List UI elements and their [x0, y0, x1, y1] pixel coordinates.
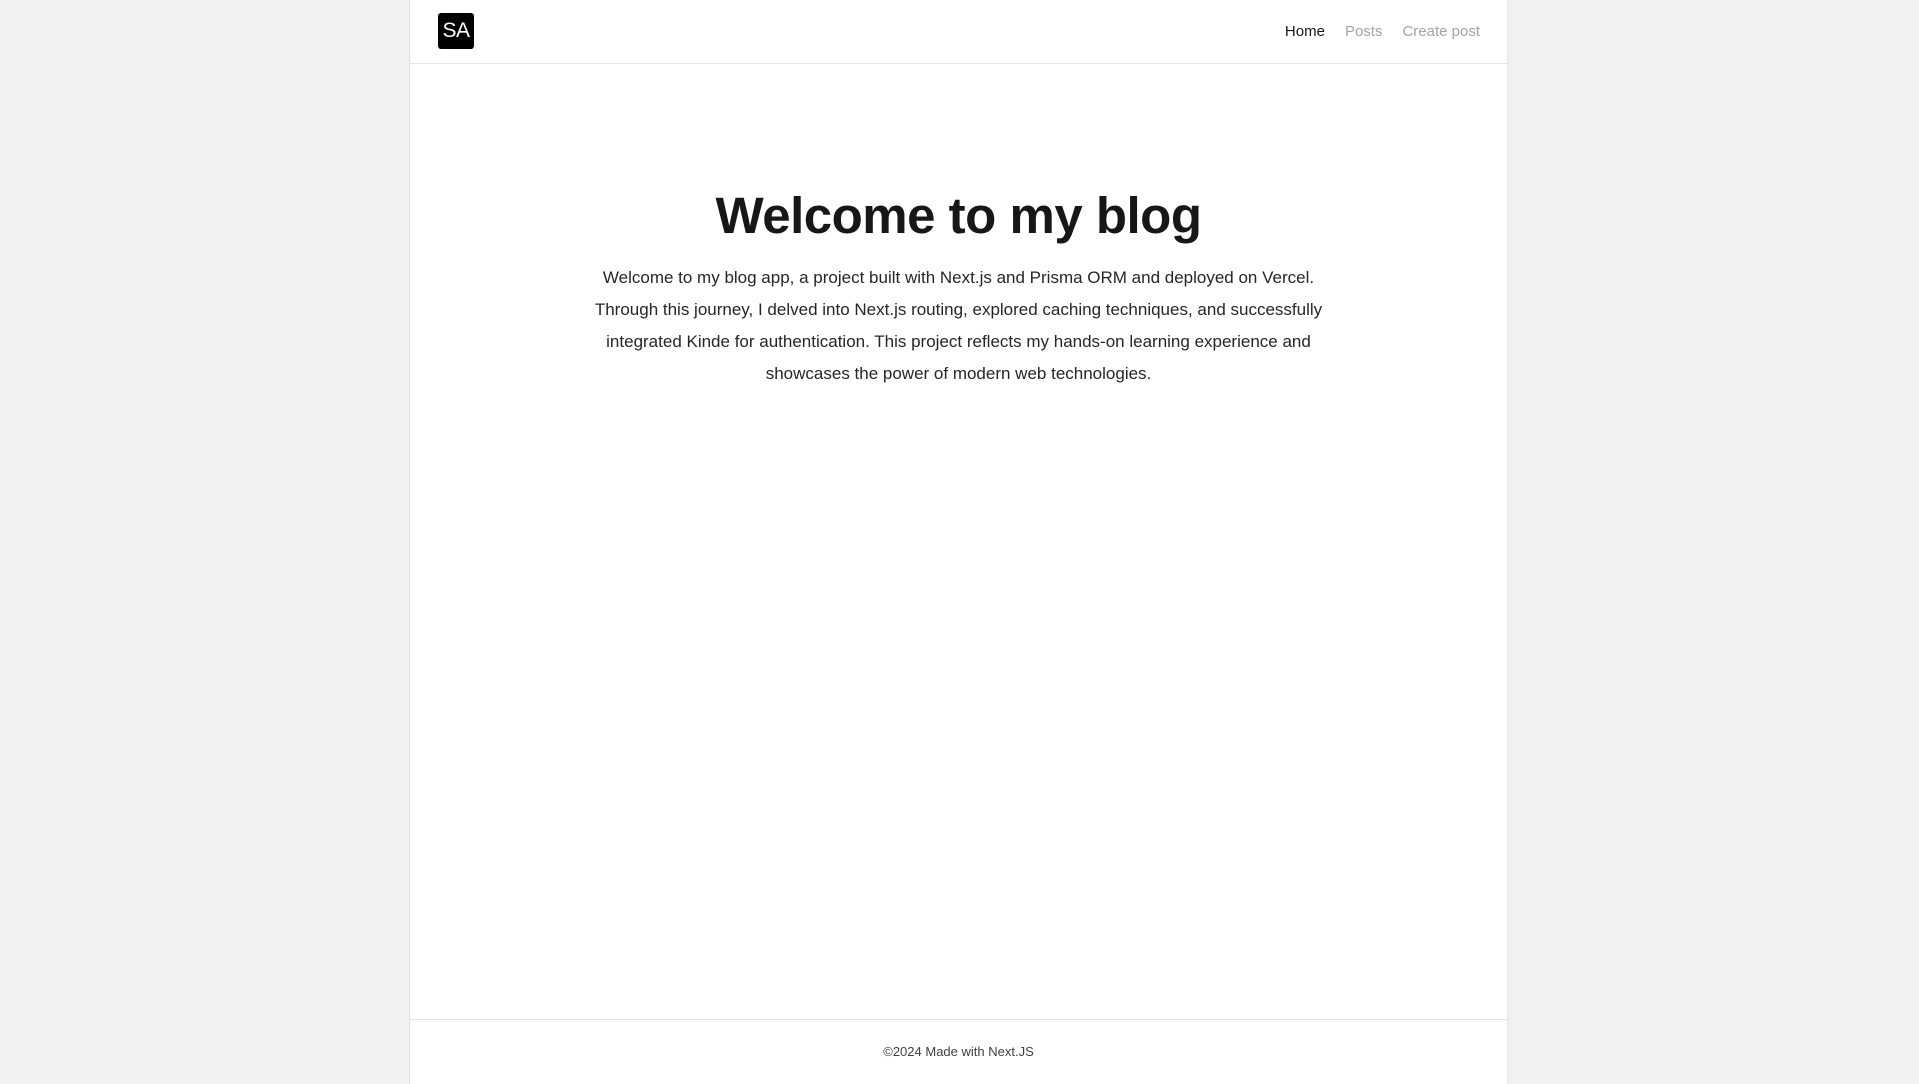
site-logo[interactable]: SA: [438, 13, 474, 49]
page-title: Welcome to my blog: [715, 187, 1202, 244]
nav-link-home[interactable]: Home: [1285, 23, 1325, 40]
intro-paragraph: Welcome to my blog app, a project built …: [594, 268, 1323, 383]
site-header: SA Home Posts Create post: [410, 0, 1507, 64]
nav-link-posts[interactable]: Posts: [1345, 23, 1383, 40]
nav-link-create-post[interactable]: Create post: [1402, 23, 1480, 40]
site-footer: ©2024 Made with Next.JS: [410, 1019, 1507, 1084]
footer-text: ©2024 Made with Next.JS: [883, 1044, 1034, 1059]
hero-section: Welcome to my blog Welcome to my blog ap…: [410, 180, 1507, 390]
main-nav: Home Posts Create post: [1285, 0, 1480, 62]
page-container: SA Home Posts Create post Welcome to my …: [409, 0, 1508, 1084]
